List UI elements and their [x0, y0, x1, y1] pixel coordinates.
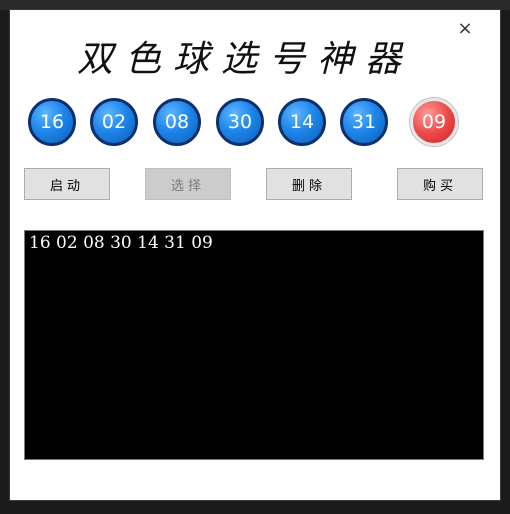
delete-button[interactable]: 删除 [266, 168, 352, 200]
blue-ball-1: 16 [28, 98, 76, 146]
app-title: 双色球选号神器 [76, 39, 413, 80]
background-strip [0, 0, 510, 10]
blue-ball-5: 14 [278, 98, 326, 146]
buy-button[interactable]: 购买 [397, 168, 483, 200]
blue-ball-4: 30 [216, 98, 264, 146]
start-button[interactable]: 启动 [24, 168, 110, 200]
blue-ball-3: 08 [153, 98, 201, 146]
number-balls: 16 02 08 30 14 31 09 [10, 98, 500, 146]
red-ball: 09 [410, 98, 458, 146]
select-button[interactable]: 选择 [145, 168, 231, 200]
output-textbox[interactable]: 16 02 08 30 14 31 09 [24, 230, 484, 460]
blue-ball-6: 31 [340, 98, 388, 146]
app-window: × 双色球选号神器 16 02 08 30 14 31 09 启动 选择 删除 … [10, 10, 500, 500]
blue-ball-2: 02 [90, 98, 138, 146]
